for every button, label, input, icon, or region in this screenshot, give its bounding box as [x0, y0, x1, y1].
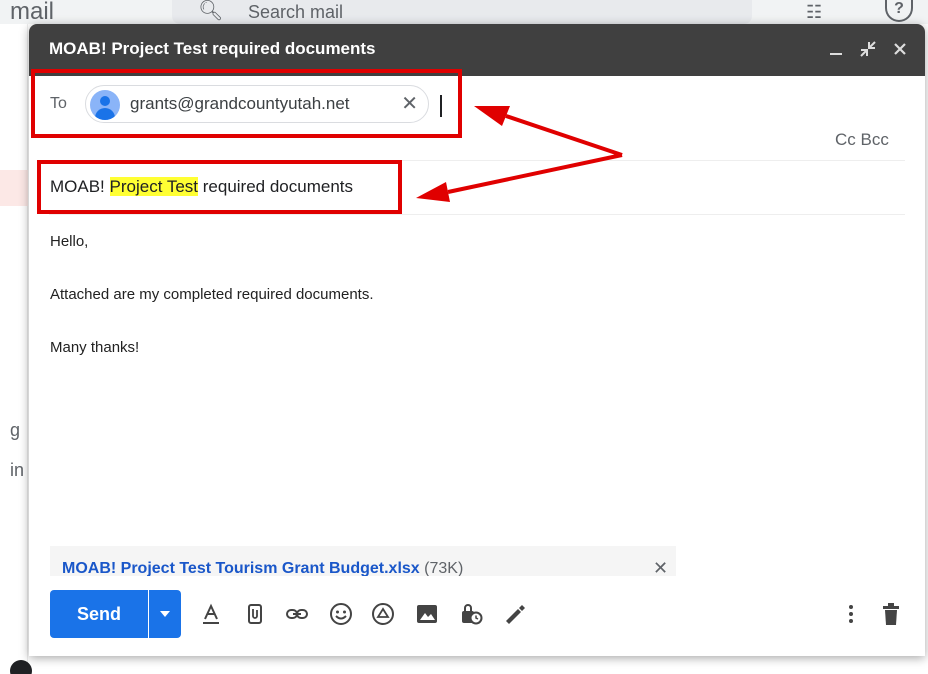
- cc-bcc-link[interactable]: Cc Bcc: [835, 130, 889, 150]
- search-placeholder: Search mail: [248, 2, 344, 22]
- left-nav-letter-in: in: [10, 460, 25, 480]
- delete-icon[interactable]: [877, 600, 905, 628]
- send-button[interactable]: Send: [50, 590, 148, 638]
- attach-file-icon[interactable]: [241, 600, 269, 628]
- insert-photo-icon[interactable]: [413, 600, 441, 628]
- attachment-link[interactable]: MOAB! Project Test Tourism Grant Budget.…: [62, 560, 463, 576]
- signature-icon[interactable]: [499, 600, 527, 628]
- body-closing[interactable]: Many thanks!: [50, 339, 139, 356]
- gmail-brand: mail: [10, 0, 55, 24]
- remove-attachment-icon[interactable]: ✕: [653, 558, 668, 579]
- insert-link-icon[interactable]: [283, 600, 311, 628]
- emoji-icon[interactable]: [327, 600, 355, 628]
- compose-title: MOAB! Project Test required documents: [49, 39, 376, 58]
- confidential-mode-icon[interactable]: [457, 600, 485, 628]
- body-greeting[interactable]: Hello,: [50, 233, 88, 250]
- left-nav-letter-g: g: [10, 420, 21, 440]
- left-nav-active-item[interactable]: [0, 170, 28, 206]
- divider: [49, 214, 905, 215]
- annotation-box-recipient: [31, 69, 462, 138]
- search-icon[interactable]: 🔍︎: [198, 0, 223, 22]
- attachment-chip[interactable]: MOAB! Project Test Tourism Grant Budget.…: [50, 546, 676, 576]
- compose-toolbar: Send: [29, 584, 925, 656]
- attachment-name: MOAB! Project Test Tourism Grant Budget.…: [62, 560, 420, 576]
- annotation-box-subject: [37, 160, 402, 214]
- attachment-size: (73K): [424, 560, 464, 576]
- format-text-icon[interactable]: [197, 600, 225, 628]
- exit-fullscreen-icon[interactable]: [857, 38, 879, 60]
- body-line[interactable]: Attached are my completed required docum…: [50, 286, 374, 303]
- bottom-nav-icon[interactable]: [10, 660, 32, 674]
- drive-icon[interactable]: [369, 600, 397, 628]
- more-options-icon[interactable]: [841, 600, 861, 628]
- left-nav: [0, 24, 28, 674]
- tune-icon[interactable]: ☷: [806, 2, 822, 23]
- minimize-icon[interactable]: [825, 38, 847, 60]
- send-options-button[interactable]: [149, 590, 181, 638]
- close-icon[interactable]: [889, 38, 911, 60]
